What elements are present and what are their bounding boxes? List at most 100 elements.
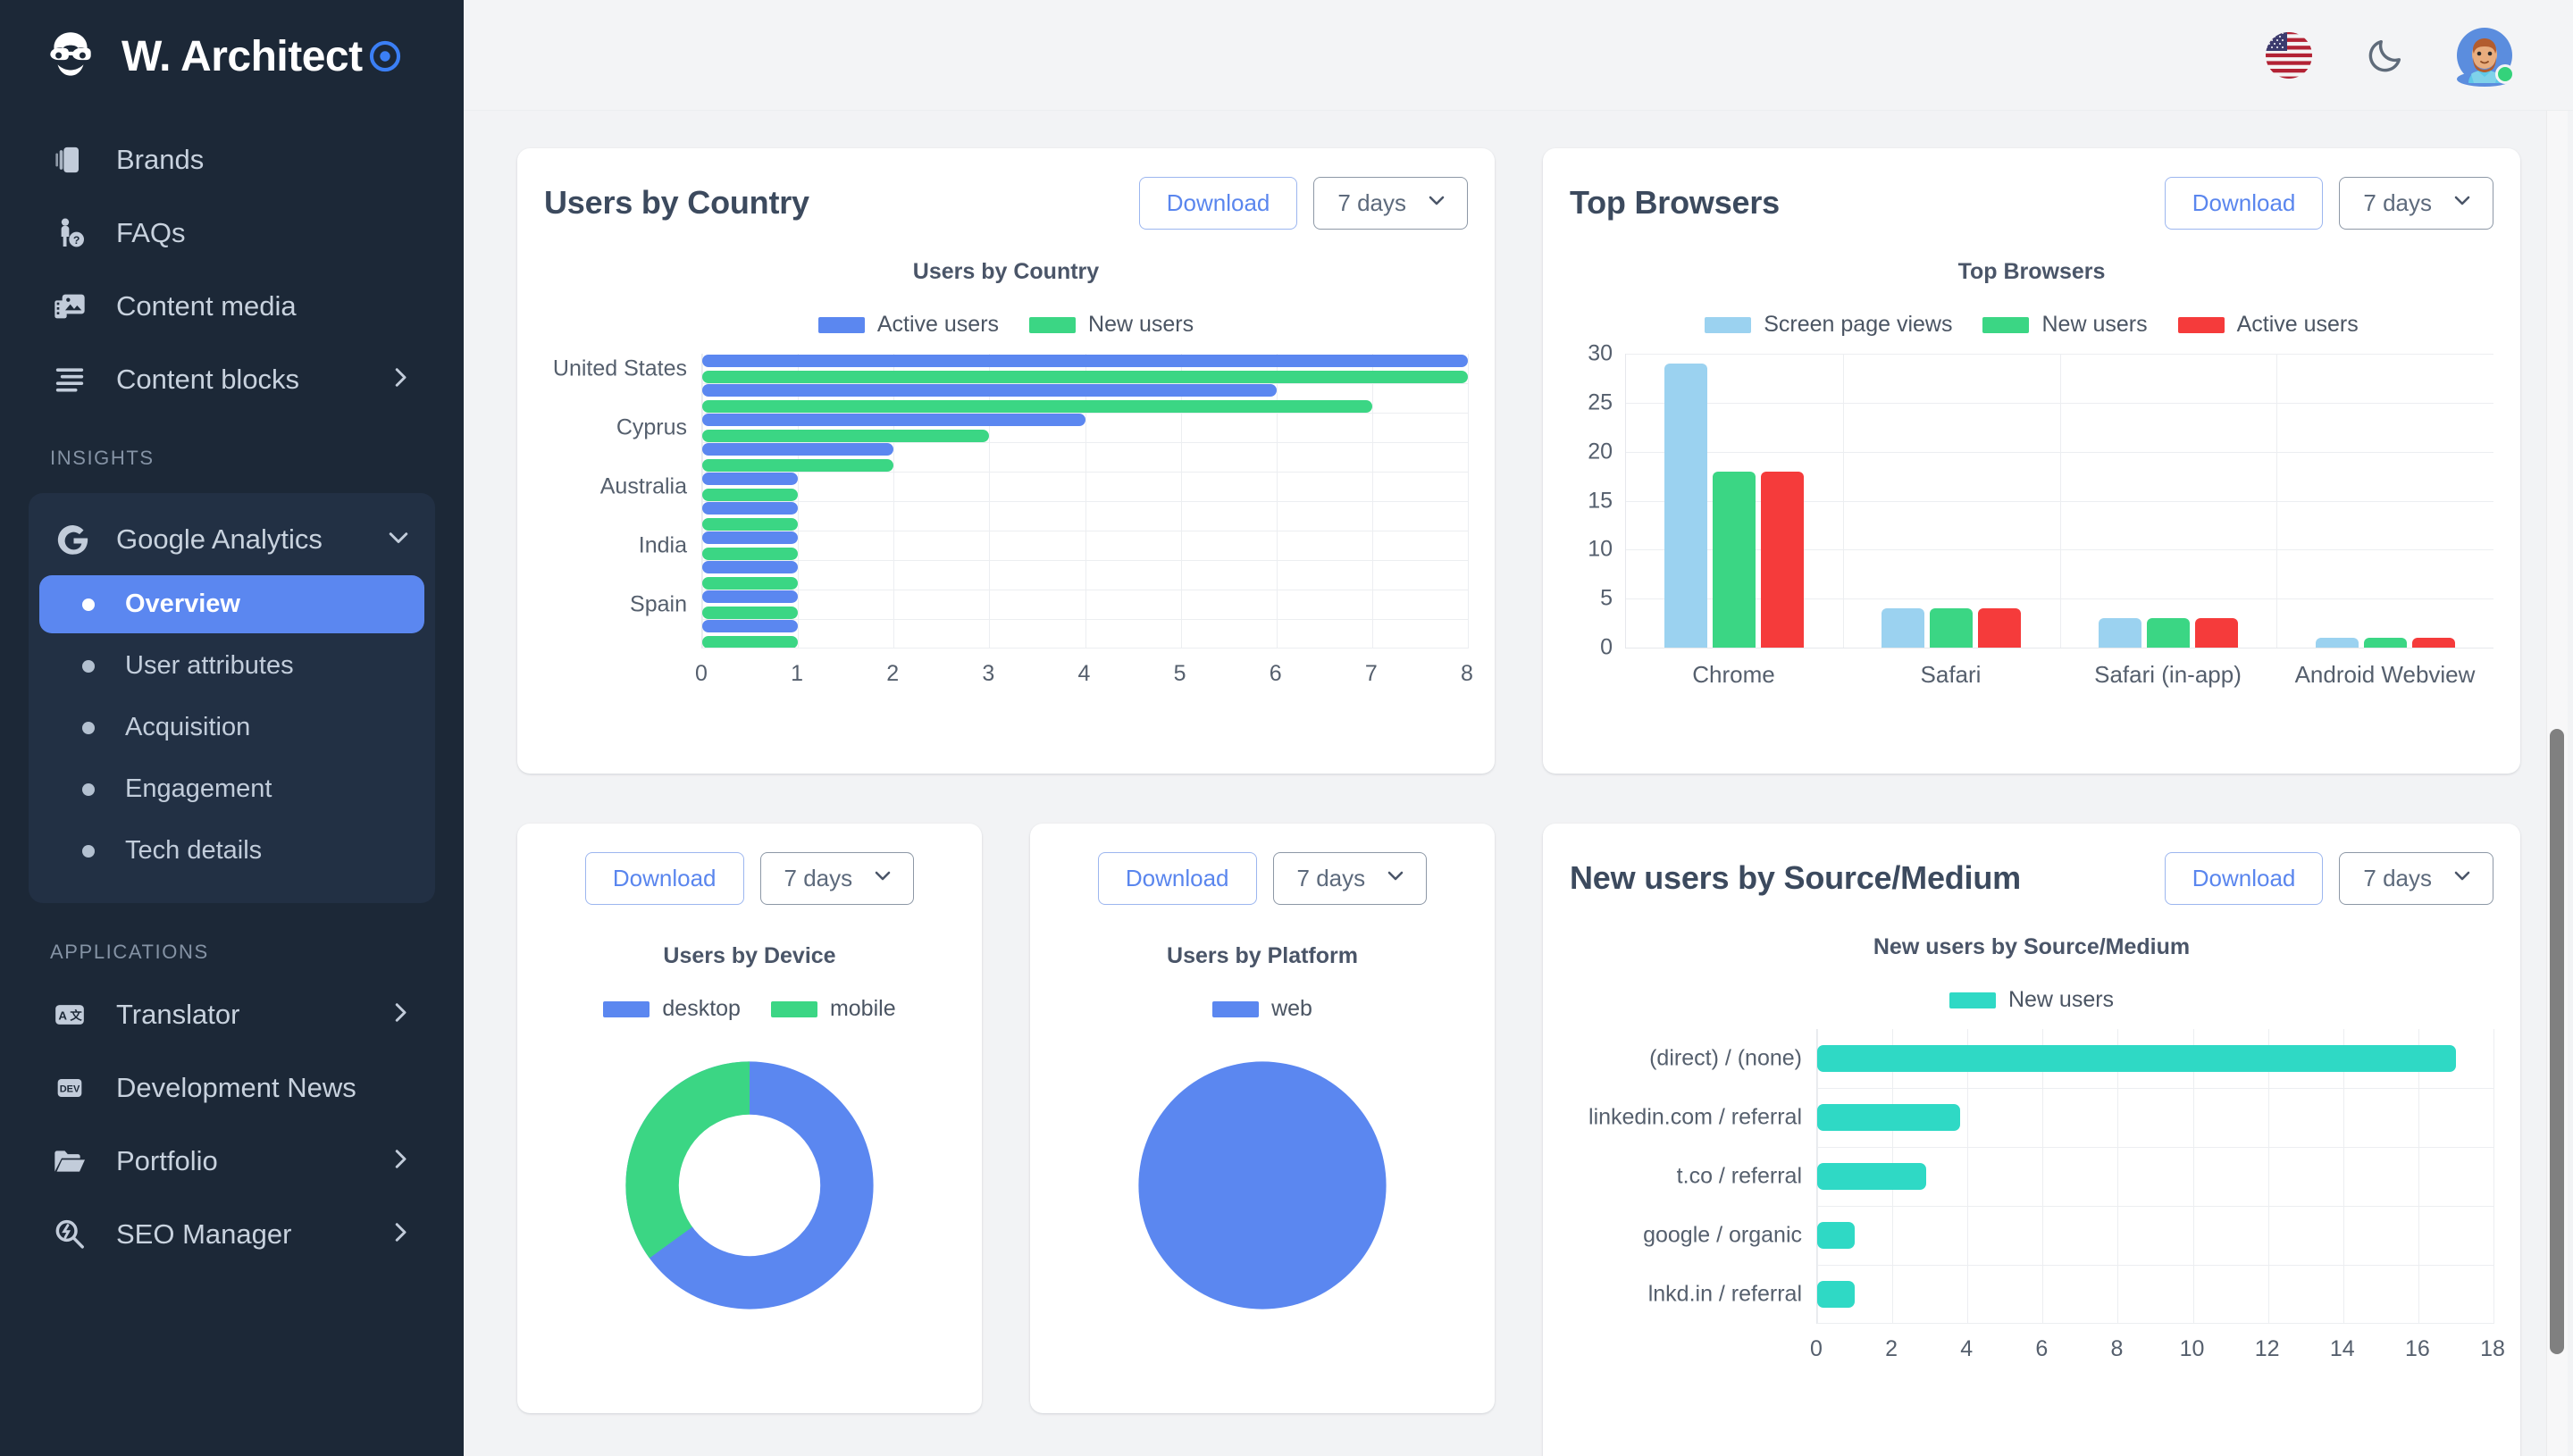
gridline xyxy=(2267,1029,2269,1324)
y-tick-label: lnkd.in / referral xyxy=(1647,1281,1802,1307)
date-range-label: 7 days xyxy=(784,864,853,891)
legend-swatch xyxy=(603,1000,650,1017)
x-tick-label: 2 xyxy=(1885,1336,1898,1361)
y-tick-label: t.co / referral xyxy=(1676,1163,1802,1189)
legend-swatch xyxy=(1212,1000,1260,1017)
chevron-down-icon xyxy=(1426,189,1447,217)
y-tick-label: Spain xyxy=(630,591,687,616)
plot-area xyxy=(1625,354,2493,649)
bar xyxy=(702,472,799,485)
chevron-right-icon xyxy=(387,1219,414,1251)
sidebar-item-faqs[interactable]: ? FAQs xyxy=(0,197,464,270)
sidebar-item-label: Translator xyxy=(116,999,240,1030)
sidebar-item-tech-details[interactable]: Tech details xyxy=(39,822,424,880)
moon-icon[interactable] xyxy=(2360,30,2410,80)
sidebar-item-label: SEO Manager xyxy=(116,1218,292,1250)
gridline xyxy=(2117,1029,2119,1324)
gridline xyxy=(2059,354,2061,648)
download-button[interactable]: Download xyxy=(2164,851,2324,905)
y-tick-label: linkedin.com / referral xyxy=(1588,1104,1802,1130)
gridline xyxy=(2418,1029,2419,1324)
bar xyxy=(702,635,799,649)
x-tick-label: 3 xyxy=(982,661,995,686)
date-range-select[interactable]: 7 days xyxy=(1313,176,1468,230)
legend-swatch xyxy=(1982,316,2030,333)
sidebar-item-content-blocks[interactable]: Content blocks xyxy=(0,343,464,416)
gridline xyxy=(702,648,1468,649)
status-badge-online xyxy=(2495,63,2515,84)
sidebar-item-engagement[interactable]: Engagement xyxy=(39,760,424,818)
brand-title: W. Architect xyxy=(122,32,402,81)
dashboard-row-2: Download 7 days Users by Device desktop … xyxy=(517,824,2534,1456)
date-range-select[interactable]: 7 days xyxy=(759,851,915,905)
bar xyxy=(2315,638,2359,648)
bar xyxy=(702,547,799,560)
svg-text:?: ? xyxy=(73,234,80,247)
sidebar-item-content-media[interactable]: Content media xyxy=(0,270,464,343)
bullet-icon xyxy=(82,721,95,734)
y-tick-label: 20 xyxy=(1588,439,1613,464)
chart-legend: Active users New users xyxy=(544,312,1468,338)
legend-label: Active users xyxy=(876,312,1000,337)
legend-label: web xyxy=(1271,996,1312,1021)
sidebar: W. Architect Brands ? FAQs Content media… xyxy=(0,0,464,1456)
chevron-down-icon xyxy=(872,865,893,892)
primary-nav: Brands ? FAQs Content media Content bloc… xyxy=(0,123,464,416)
sidebar-subitem-label: User attributes xyxy=(125,651,294,680)
download-button[interactable]: Download xyxy=(2164,176,2324,230)
sidebar-item-label: Content media xyxy=(116,290,297,322)
sidebar-subitem-label: Tech details xyxy=(125,836,263,865)
sidebar-item-translator[interactable]: A 文 Translator xyxy=(0,978,464,1051)
plot-area xyxy=(1816,1029,2494,1324)
us-flag-icon[interactable] xyxy=(2264,30,2314,80)
bullet-icon xyxy=(82,782,95,796)
card-header: Top Browsers Download 7 days xyxy=(1570,173,2493,232)
sidebar-item-google-analytics[interactable]: Google Analytics xyxy=(29,507,435,572)
download-button[interactable]: Download xyxy=(584,851,744,905)
download-button[interactable]: Download xyxy=(1097,851,1257,905)
bar xyxy=(702,576,799,590)
date-range-select[interactable]: 7 days xyxy=(1272,851,1428,905)
gridline xyxy=(2493,1029,2494,1324)
sidebar-item-brands[interactable]: Brands xyxy=(0,123,464,197)
x-tick-label: 6 xyxy=(1269,661,1282,686)
legend-item: web xyxy=(1212,996,1312,1022)
scrollbar-thumb[interactable] xyxy=(2550,729,2564,1354)
sidebar-item-portfolio[interactable]: Portfolio xyxy=(0,1125,464,1198)
page-title: New users by Source/Medium xyxy=(1570,859,2021,896)
date-range-select[interactable]: 7 days xyxy=(2339,851,2493,905)
gridline xyxy=(2042,1029,2044,1324)
page-title: Top Browsers xyxy=(1570,184,1780,221)
x-tick-label: 4 xyxy=(1960,1336,1974,1361)
sidebar-item-acquisition[interactable]: Acquisition xyxy=(39,699,424,757)
legend-swatch xyxy=(1029,316,1077,333)
sidebar-item-label: Brands xyxy=(116,144,205,175)
topbar xyxy=(464,0,2573,111)
avatar[interactable] xyxy=(2457,27,2515,87)
chart-title: Users by Country xyxy=(912,259,1100,284)
sidebar-item-seo-manager[interactable]: SEO Manager xyxy=(0,1198,464,1271)
date-range-select[interactable]: 7 days xyxy=(2339,176,2493,230)
chart-users-by-platform xyxy=(1057,1038,1468,1333)
card-header: Users by Country Download 7 days xyxy=(544,173,1468,232)
sidebar-item-user-attributes[interactable]: User attributes xyxy=(39,637,424,695)
legend-label: New users xyxy=(2041,312,2148,337)
x-axis-row: 0 1 2 3 4 5 6 7 8 xyxy=(544,649,1473,695)
bullet-icon xyxy=(82,598,95,611)
google-analytics-group: Google Analytics Overview User attribute… xyxy=(29,493,435,903)
axis-spacer xyxy=(1570,649,1625,689)
gridline xyxy=(702,619,1468,620)
legend-swatch xyxy=(817,316,865,333)
page-scrollbar[interactable] xyxy=(2546,111,2568,1456)
download-button[interactable]: Download xyxy=(1138,176,1298,230)
bar xyxy=(1817,1045,2456,1072)
legend-swatch xyxy=(1705,316,1752,333)
x-tick-label: 8 xyxy=(1461,661,1473,686)
brand-title-text: W. Architect xyxy=(122,32,363,80)
sidebar-item-development-news[interactable]: DEV Development News xyxy=(0,1051,464,1125)
svg-text:DEV: DEV xyxy=(60,1084,80,1094)
donut-chart xyxy=(625,1061,874,1310)
brand[interactable]: W. Architect xyxy=(0,0,464,109)
chart-legend: desktop mobile xyxy=(544,996,955,1022)
sidebar-item-overview[interactable]: Overview xyxy=(39,575,424,633)
